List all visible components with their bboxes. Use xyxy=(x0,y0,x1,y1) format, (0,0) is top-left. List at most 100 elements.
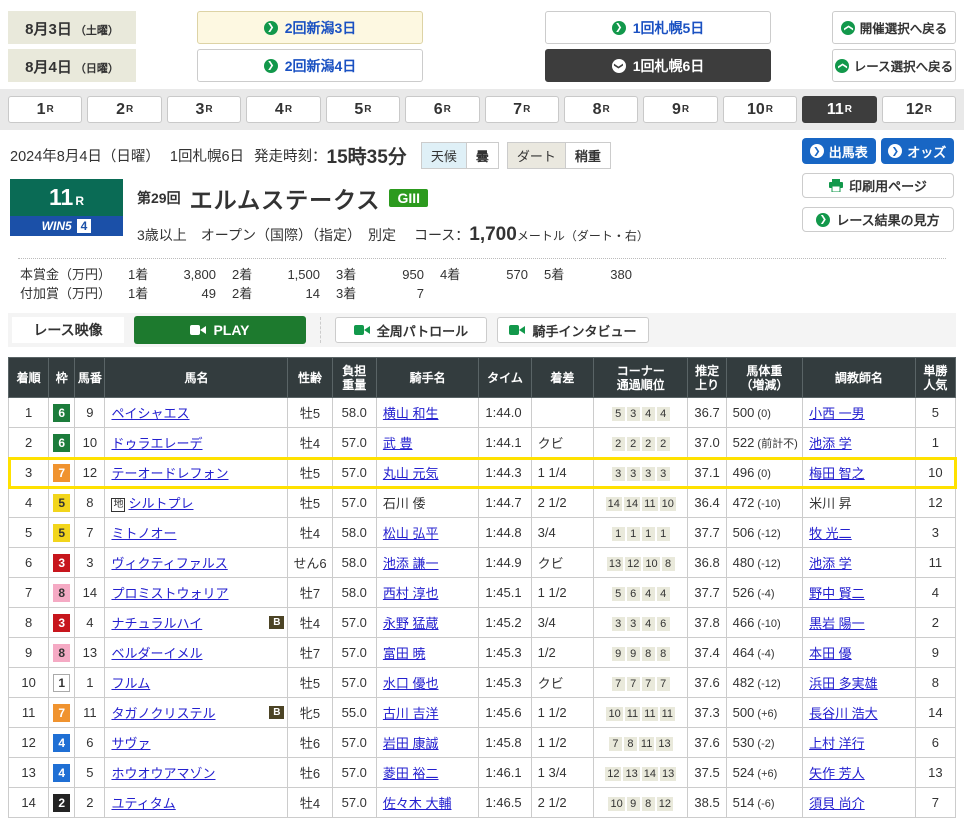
cell-corner-positions: 7777 xyxy=(594,668,688,698)
trainer-link[interactable]: 池添 学 xyxy=(809,436,852,451)
jockey-link[interactable]: 水口 優也 xyxy=(383,676,439,691)
day-text: （土曜） xyxy=(75,22,119,38)
trainer-link[interactable]: 浜田 多実雄 xyxy=(809,676,878,691)
race-tab-12R[interactable]: 12R xyxy=(882,96,956,123)
horse-name-link[interactable]: フルム xyxy=(111,676,150,691)
play-button[interactable]: PLAY xyxy=(134,316,306,344)
day-text: （日曜） xyxy=(75,60,119,76)
horse-name-link[interactable]: ヴィクティファルス xyxy=(111,556,227,571)
jockey-link[interactable]: 永野 猛蔵 xyxy=(383,616,439,631)
cell-win-favorite: 1 xyxy=(915,428,955,458)
cell-horse-name: ベルダーイメル xyxy=(105,638,288,668)
body-weight-diff: (前計不) xyxy=(754,438,797,450)
horse-name-wrap: サヴァ xyxy=(111,733,284,752)
prize-amount: 14 xyxy=(264,284,320,303)
race-tab-10R[interactable]: 10R xyxy=(723,96,797,123)
horse-name-link[interactable]: ドゥラエレーデ xyxy=(111,436,202,451)
arrow-right-icon: ❯ xyxy=(264,59,278,73)
meeting-button-niigata3[interactable]: ❯ 2回新潟3日 xyxy=(197,11,423,44)
jockey-link[interactable]: 西村 淳也 xyxy=(383,586,439,601)
race-tab-3R[interactable]: 3R xyxy=(167,96,241,123)
cell-win-favorite: 12 xyxy=(915,488,955,518)
trainer-link[interactable]: 長谷川 浩大 xyxy=(809,706,878,721)
patrol-video-button[interactable]: 全周パトロール xyxy=(335,317,487,343)
trainer-link[interactable]: 野中 賢二 xyxy=(809,586,865,601)
shutsuba-button[interactable]: ❯ 出馬表 xyxy=(802,138,876,164)
horse-name-link[interactable]: ペイシャエス xyxy=(111,406,189,421)
horse-name-link[interactable]: タガノクリステル xyxy=(111,706,215,721)
jockey-link[interactable]: 池添 謙一 xyxy=(383,556,439,571)
body-weight: 530 xyxy=(733,735,755,750)
race-tab-number: 6 xyxy=(434,101,443,119)
back-to-race-select-button[interactable]: ❯ レース選択へ戻る xyxy=(832,49,956,82)
jockey-link[interactable]: 岩田 康誠 xyxy=(383,736,439,751)
back-to-kaisai-button[interactable]: ❯ 開催選択へ戻る xyxy=(832,11,956,44)
cell-load-weight: 57.0 xyxy=(332,458,376,488)
trainer-link[interactable]: 須貝 尚介 xyxy=(809,796,865,811)
horse-name-link[interactable]: テーオードレフォン xyxy=(111,466,228,481)
jockey-link[interactable]: 武 豊 xyxy=(383,436,413,451)
frame-badge: 7 xyxy=(53,704,70,722)
horse-name-link[interactable]: プロミストウォリア xyxy=(111,586,228,601)
race-tab-6R[interactable]: 6R xyxy=(405,96,479,123)
jockey-link[interactable]: 佐々木 大輔 xyxy=(383,796,452,811)
trainer-link[interactable]: 黒岩 陽一 xyxy=(809,616,865,631)
race-tab-4R[interactable]: 4R xyxy=(246,96,320,123)
race-tab-8R[interactable]: 8R xyxy=(564,96,638,123)
horse-name-link[interactable]: ベルダーイメル xyxy=(111,646,202,661)
jockey-link[interactable]: 古川 吉洋 xyxy=(383,706,439,721)
horse-name-link[interactable]: ユティタム xyxy=(111,796,175,811)
print-page-button[interactable]: 印刷用ページ xyxy=(802,173,954,198)
corner-position: 14 xyxy=(606,497,622,511)
horse-name-link[interactable]: シルトプレ xyxy=(128,496,193,511)
horse-name-link[interactable]: ナチュラルハイ xyxy=(111,616,202,631)
body-weight-diff: (-10) xyxy=(754,498,780,510)
jockey-link[interactable]: 富田 暁 xyxy=(383,646,426,661)
cell-last-3f: 38.5 xyxy=(688,788,726,818)
trainer-link[interactable]: 本田 優 xyxy=(809,646,852,661)
cell-body-weight: 514 (-6) xyxy=(726,788,802,818)
race-tab-1R[interactable]: 1R xyxy=(8,96,82,123)
jockey-interview-button[interactable]: 騎手インタビュー xyxy=(497,317,649,343)
cell-margin: 1 1/2 xyxy=(531,698,593,728)
cell-horse-number: 14 xyxy=(75,578,105,608)
cell-trainer: 小西 一男 xyxy=(803,398,916,428)
jockey-link[interactable]: 横山 和生 xyxy=(383,406,439,421)
trainer-link[interactable]: 小西 一男 xyxy=(809,406,865,421)
jockey-link[interactable]: 丸山 元気 xyxy=(383,466,439,481)
cell-load-weight: 57.0 xyxy=(332,728,376,758)
body-weight: 522 xyxy=(733,435,755,450)
horse-name-link[interactable]: サヴァ xyxy=(111,736,150,751)
trainer-link[interactable]: 池添 学 xyxy=(809,556,852,571)
corner-position: 3 xyxy=(627,617,640,631)
trainer-link[interactable]: 牧 光二 xyxy=(809,526,852,541)
meeting-button-niigata4[interactable]: ❯ 2回新潟4日 xyxy=(197,49,423,82)
divider xyxy=(320,317,321,343)
corner-position: 3 xyxy=(657,467,670,481)
race-tab-11R[interactable]: 11R xyxy=(802,96,876,123)
result-guide-button[interactable]: ❯ レース結果の見方 xyxy=(802,207,954,232)
race-tab-suffix: R xyxy=(766,104,773,115)
jockey-link[interactable]: 菱田 裕二 xyxy=(383,766,439,781)
cell-margin: 2 1/2 xyxy=(531,488,593,518)
race-tab-7R[interactable]: 7R xyxy=(485,96,559,123)
meeting-button-sapporo5[interactable]: ❯ 1回札幌5日 xyxy=(545,11,771,44)
horse-name-link[interactable]: ミトノオー xyxy=(111,526,176,541)
trainer-link[interactable]: 矢作 芳人 xyxy=(809,766,865,781)
odds-button[interactable]: ❯ オッズ xyxy=(881,138,955,164)
race-tab-2R[interactable]: 2R xyxy=(87,96,161,123)
trainer-link[interactable]: 上村 洋行 xyxy=(809,736,865,751)
horse-name-link[interactable]: ホウオウアマゾン xyxy=(111,766,215,781)
trainer-link[interactable]: 梅田 智之 xyxy=(809,466,865,481)
cell-body-weight: 466 (-10) xyxy=(726,608,802,638)
meeting-button-sapporo6-selected[interactable]: ❯ 1回札幌6日 xyxy=(545,49,771,82)
corner-position: 3 xyxy=(612,617,625,631)
corner-position: 7 xyxy=(627,677,640,691)
arrow-up-icon: ❯ xyxy=(835,59,849,73)
column-header: 性齢 xyxy=(288,358,332,398)
race-tab-9R[interactable]: 9R xyxy=(643,96,717,123)
jockey-link[interactable]: 松山 弘平 xyxy=(383,526,439,541)
race-tab-5R[interactable]: 5R xyxy=(326,96,400,123)
horse-name-left: ドゥラエレーデ xyxy=(111,433,202,452)
race-tab-number: 2 xyxy=(116,101,125,119)
